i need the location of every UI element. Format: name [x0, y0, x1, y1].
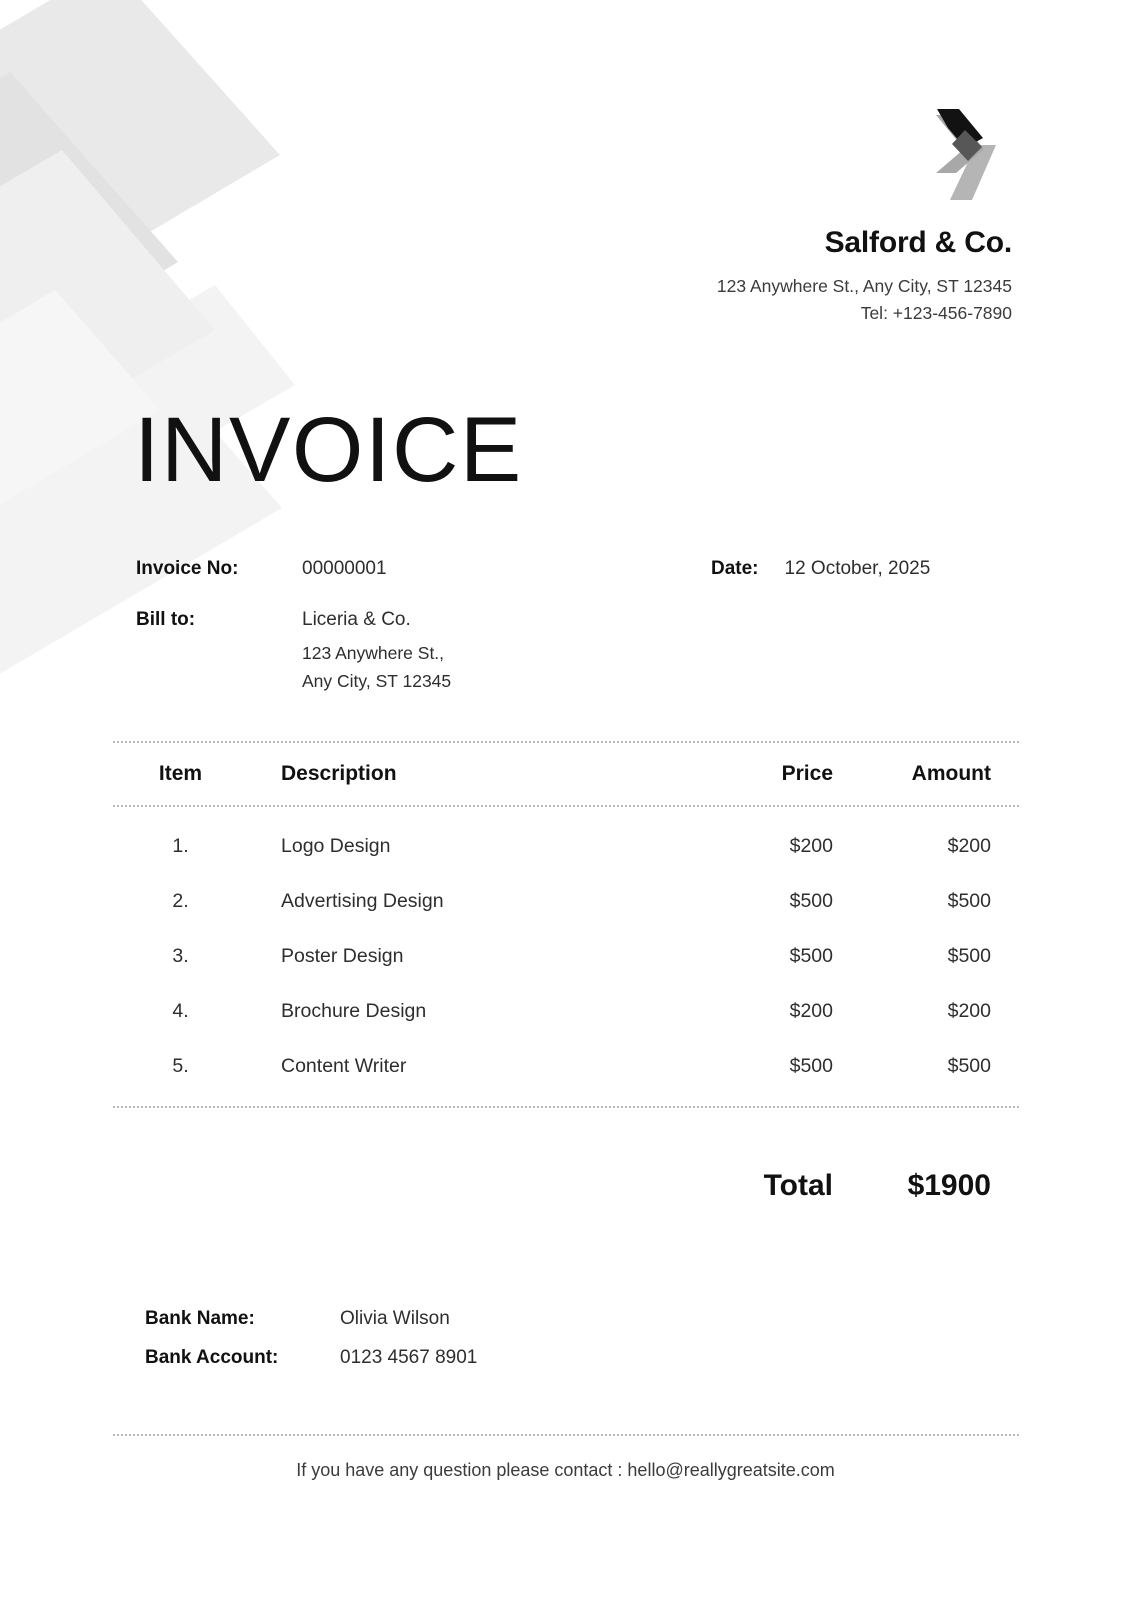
row-description: Brochure Design — [281, 1000, 427, 1022]
table-row: 5. Content Writer $500 $500 — [113, 1039, 1019, 1094]
table-row: 4. Brochure Design $200 $200 — [113, 984, 1019, 1039]
row-price: $200 — [789, 1000, 833, 1022]
bank-details: Bank Name: Olivia Wilson Bank Account: 0… — [145, 1308, 477, 1369]
table-row: 1. Logo Design $200 $200 — [113, 819, 1019, 874]
header-amount: Amount — [911, 762, 991, 785]
company-address: 123 Anywhere St., Any City, ST 12345 Tel… — [492, 273, 1012, 327]
company-block: Salford & Co. 123 Anywhere St., Any City… — [492, 105, 1012, 327]
invoice-no-group: Invoice No: 00000001 — [136, 558, 711, 580]
row-amount: $200 — [947, 835, 991, 857]
bill-to-address-line1: 123 Anywhere St., — [302, 643, 445, 663]
bill-to-address: 123 Anywhere St., Any City, ST 12345 — [302, 639, 451, 696]
double-chevron-logo-icon — [936, 109, 996, 200]
row-amount: $500 — [947, 890, 991, 912]
table-body: 1. Logo Design $200 $200 2. Advertising Desig… — [113, 807, 1019, 1106]
row-price: $500 — [789, 890, 833, 912]
bill-to-name: Liceria & Co. — [302, 609, 411, 630]
row-description: Poster Design — [281, 945, 404, 967]
bill-to-block: Liceria & Co. 123 Anywhere St., Any City… — [302, 609, 451, 696]
bill-to-address-line2: Any City, ST 12345 — [302, 671, 452, 692]
header-price: Price — [781, 762, 833, 785]
meta-row-invoice-no: Invoice No: 00000001 Date: 12 October, 2… — [136, 558, 1012, 580]
row-item: 4. — [172, 1000, 189, 1022]
row-amount: $200 — [947, 1000, 991, 1022]
row-description: Content Writer — [281, 1055, 407, 1077]
invoice-page: Salford & Co. 123 Anywhere St., Any City… — [0, 0, 1131, 1600]
row-amount: $500 — [947, 1055, 991, 1077]
footer-contact-text: If you have any question please contact … — [296, 1460, 835, 1480]
line-items-table: Item Description Price Amount 1. Logo Des… — [113, 741, 1019, 1108]
meta-row-bill-to: Bill to: Liceria & Co. 123 Anywhere St.,… — [136, 609, 1012, 696]
table-header: Item Description Price Amount — [113, 743, 1019, 805]
bank-name-row: Bank Name: Olivia Wilson — [145, 1308, 477, 1330]
header-description: Description — [281, 762, 397, 785]
company-name: Salford & Co. — [824, 226, 1013, 259]
row-item: 2. — [172, 890, 189, 912]
invoice-no-value: 00000001 — [302, 558, 387, 579]
total-row: Total $1900 — [113, 1158, 1019, 1214]
date-label: Date: — [711, 558, 759, 579]
bill-to-label: Bill to: — [136, 609, 196, 630]
date-group: Date: 12 October, 2025 — [711, 558, 930, 580]
date-value: 12 October, 2025 — [784, 558, 931, 579]
table-bottom-rule — [113, 1106, 1019, 1108]
row-item: 5. — [172, 1055, 189, 1077]
row-description: Advertising Design — [281, 890, 444, 912]
row-item: 3. — [172, 945, 189, 967]
page-title: INVOICE — [134, 399, 523, 501]
row-description: Logo Design — [281, 835, 391, 857]
table-row: 2. Advertising Design $500 $500 — [113, 874, 1019, 929]
table-header-row: Item Description Price Amount — [113, 743, 1019, 805]
row-price: $500 — [789, 1055, 833, 1077]
row-price: $200 — [789, 835, 833, 857]
bank-name-label: Bank Name: — [145, 1308, 255, 1329]
header-item: Item — [158, 762, 203, 785]
table-row: 3. Poster Design $500 $500 — [113, 929, 1019, 984]
company-phone: Tel: +123-456-7890 — [860, 303, 1012, 324]
row-item: 1. — [172, 835, 189, 857]
row-amount: $500 — [947, 945, 991, 967]
footer-rule — [113, 1434, 1019, 1436]
bank-account-value: 0123 4567 8901 — [340, 1347, 478, 1368]
bank-account-row: Bank Account: 0123 4567 8901 — [145, 1347, 477, 1369]
invoice-no-label: Invoice No: — [136, 558, 239, 579]
bank-account-label: Bank Account: — [145, 1347, 279, 1368]
invoice-meta: Invoice No: 00000001 Date: 12 October, 2… — [136, 558, 1012, 696]
row-price: $500 — [789, 945, 833, 967]
company-address-line: 123 Anywhere St., Any City, ST 12345 — [716, 276, 1012, 296]
bank-name-value: Olivia Wilson — [340, 1308, 450, 1329]
total-label: Total — [763, 1169, 833, 1202]
total-value: $1900 — [907, 1169, 991, 1202]
